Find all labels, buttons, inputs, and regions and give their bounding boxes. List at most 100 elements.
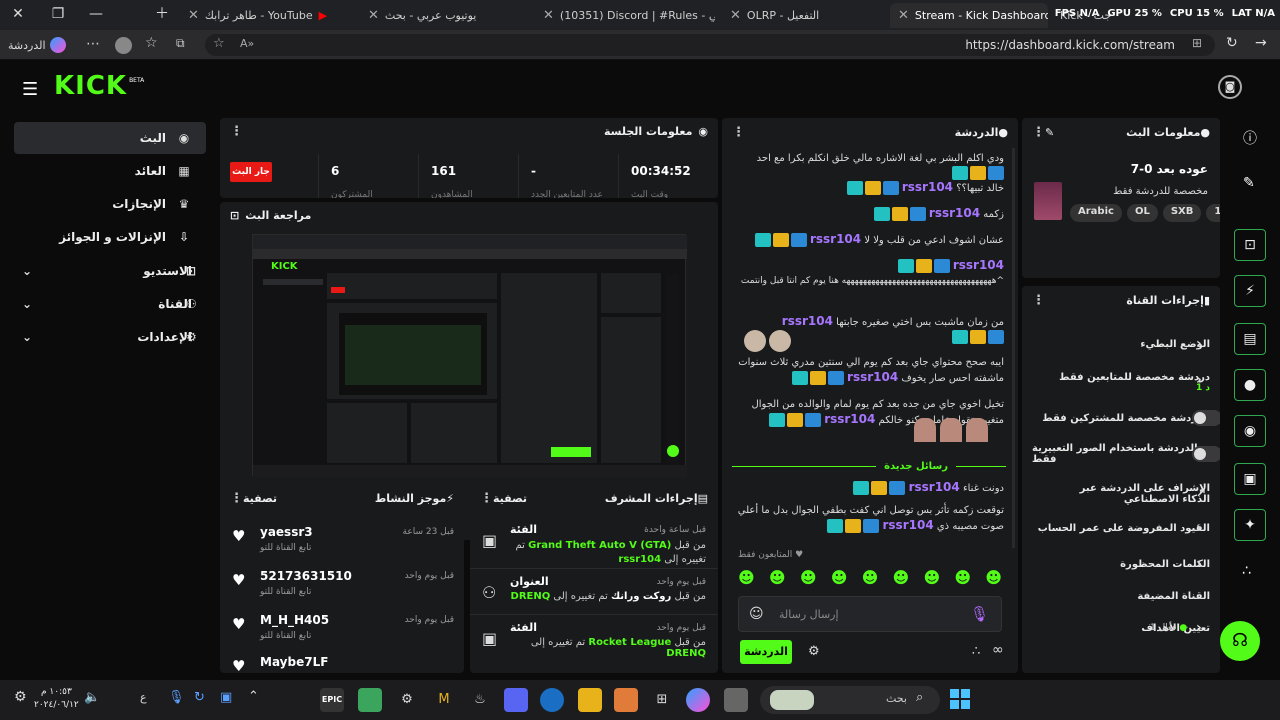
emote-icon[interactable]: ☻ bbox=[831, 568, 848, 590]
nav-studio[interactable]: ⌄ الاستديو ⊡ bbox=[14, 255, 206, 287]
tab-olrp[interactable]: ✕ OLRP - التفعيل bbox=[722, 3, 887, 28]
sync-icon[interactable]: ↻ bbox=[194, 690, 205, 705]
extensions-icon[interactable]: ⧉ bbox=[176, 36, 185, 51]
rail-notes-button[interactable]: ▤ bbox=[1234, 323, 1266, 355]
gmail-like-icon[interactable]: M bbox=[432, 688, 456, 712]
tag-chip[interactable]: OL bbox=[1126, 204, 1158, 222]
more-options-icon[interactable]: ⋮ bbox=[1032, 293, 1045, 308]
start-button[interactable] bbox=[950, 689, 970, 709]
more-options-icon[interactable]: ⋮ bbox=[230, 491, 243, 506]
emotes-only-toggle[interactable] bbox=[1192, 446, 1220, 462]
emote-icon[interactable]: ☻ bbox=[738, 568, 755, 590]
rail-tools-button[interactable]: ✦ bbox=[1234, 509, 1266, 541]
emote-icon[interactable]: ☻ bbox=[923, 568, 940, 590]
minimize-window-icon[interactable]: — bbox=[84, 4, 108, 24]
emote-icon[interactable]: ☻ bbox=[800, 568, 817, 590]
close-tab-icon[interactable]: ✕ bbox=[188, 8, 199, 23]
tab-kick-dashboard[interactable]: ✕ Stream - Kick Dashboard bbox=[890, 3, 1048, 28]
account-age-row[interactable]: › القيود المفروضة على عمر الحساب bbox=[1032, 518, 1210, 538]
grid-app-icon[interactable]: ⊞ bbox=[650, 688, 674, 712]
banned-words-row[interactable]: › الكلمات المحظورة bbox=[1032, 554, 1210, 574]
stream-preview-video[interactable]: KICK bbox=[252, 234, 687, 477]
steam-icon[interactable]: ♨ bbox=[468, 688, 492, 712]
more-icon[interactable]: ⋯ bbox=[86, 36, 100, 52]
emote-icon[interactable]: ☻ bbox=[862, 568, 879, 590]
kick-logo[interactable]: KICK BETA bbox=[54, 71, 144, 103]
emote-icon[interactable]: ☻ bbox=[954, 568, 971, 590]
copilot-button[interactable]: الدردشة bbox=[8, 35, 66, 55]
slow-mode-row[interactable]: › الوضع البطيء bbox=[1032, 334, 1210, 354]
infinity-icon[interactable]: ∞ bbox=[992, 642, 1004, 658]
hamburger-menu-icon[interactable]: ☰ bbox=[22, 79, 38, 100]
app-green-icon[interactable] bbox=[358, 688, 382, 712]
tab-youtube-search[interactable]: ✕ يوتيوب عربي - بحث bbox=[360, 3, 530, 28]
nav-revenue[interactable]: العائد ▦ bbox=[14, 155, 206, 187]
nav-achievements[interactable]: الإنجازات ♛ bbox=[14, 188, 206, 220]
emote-icon[interactable]: ☻ bbox=[893, 568, 910, 590]
more-options-icon[interactable]: ⋮ bbox=[1032, 125, 1045, 140]
app-orange-icon[interactable] bbox=[614, 688, 638, 712]
rail-live-button[interactable]: ◉ bbox=[1234, 415, 1266, 447]
close-window-icon[interactable]: ✕ bbox=[6, 4, 30, 24]
taskbar-search[interactable]: بحث ⌕ bbox=[760, 686, 940, 714]
restore-window-icon[interactable]: ❐ bbox=[46, 4, 70, 24]
file-explorer-icon[interactable] bbox=[578, 688, 602, 712]
rail-chat-button[interactable]: ● bbox=[1234, 369, 1266, 401]
emote-icon[interactable]: ☻ bbox=[985, 568, 1002, 590]
rail-video-button[interactable]: ▣ bbox=[1234, 463, 1266, 495]
tab-discord[interactable]: ✕(10351) Discord | #Rules - ني bbox=[535, 3, 715, 28]
volume-icon[interactable]: 🔈 bbox=[84, 690, 100, 705]
emoji-icon[interactable]: ☺ bbox=[749, 606, 764, 622]
support-button[interactable]: ☊ bbox=[1220, 621, 1260, 661]
discord-icon[interactable] bbox=[504, 688, 528, 712]
profile-avatar[interactable] bbox=[115, 37, 132, 54]
nav-settings[interactable]: ⌄ الإعدادات ⚙ bbox=[14, 321, 206, 353]
edit-icon[interactable]: ✎ bbox=[1045, 126, 1054, 139]
tag-chip[interactable]: 1 bbox=[1206, 204, 1220, 222]
activity-filter-button[interactable]: تصفية bbox=[243, 492, 277, 505]
user-avatar[interactable]: ◙ bbox=[1218, 75, 1242, 99]
language-indicator[interactable]: ع bbox=[140, 691, 147, 704]
list-item[interactable]: ♥ 52173631510 تابع القناة للتو قبل يوم و… bbox=[220, 563, 464, 607]
nav-drops[interactable]: الإنزالات و الجوائز ⇩ bbox=[14, 221, 206, 253]
refresh-icon[interactable]: ↻ bbox=[1226, 35, 1238, 51]
new-tab-icon[interactable]: ＋ bbox=[150, 4, 174, 24]
list-item[interactable]: ♥ yaessr3 تابع القناة للتو قبل 23 ساعة bbox=[220, 519, 464, 563]
edit-icon[interactable]: ✎ bbox=[1243, 175, 1255, 191]
chat-input[interactable]: ☺ إرسال رسالة 🎙 bbox=[738, 596, 1002, 632]
add-favorite-icon[interactable]: ☆ bbox=[213, 36, 225, 51]
more-options-icon[interactable]: ⋮ bbox=[732, 125, 745, 140]
app-gray-icon[interactable] bbox=[724, 688, 748, 712]
followers-only-row[interactable]: › دردشة مخصصة للمتابعين فقط د 1 bbox=[1032, 364, 1210, 400]
rail-studio-button[interactable]: ⊡ bbox=[1234, 229, 1266, 261]
mod-filter-button[interactable]: تصفية bbox=[493, 492, 527, 505]
nav-live[interactable]: البث ◉ bbox=[14, 122, 206, 154]
back-icon[interactable]: → bbox=[1255, 35, 1267, 51]
close-tab-icon[interactable]: ✕ bbox=[730, 8, 741, 23]
chevron-up-icon[interactable]: ⌃ bbox=[248, 689, 259, 704]
emote-icon[interactable]: ☻ bbox=[769, 568, 786, 590]
copilot-app-icon[interactable] bbox=[686, 688, 710, 712]
clock[interactable]: ١٠:٥٣ م ٢٠٢٤/٠٦/١٢ bbox=[34, 686, 79, 712]
people-icon[interactable]: ∴ bbox=[972, 644, 980, 659]
url-input[interactable]: https://dashboard.kick.com/stream bbox=[205, 34, 1215, 56]
settings-tray-icon[interactable]: ⚙ bbox=[14, 689, 27, 705]
nav-channel[interactable]: ⌄ القناة ⚇ bbox=[14, 288, 206, 320]
set-goals-row[interactable]: › فعال 1 ● تعيين الأهداف bbox=[1032, 618, 1210, 638]
chat-settings-icon[interactable]: ⚙ bbox=[808, 644, 820, 659]
list-item[interactable]: ♥ Maybe7LF bbox=[220, 651, 464, 673]
app-available-icon[interactable]: ⊞ bbox=[1192, 36, 1202, 50]
edge-icon[interactable] bbox=[540, 688, 564, 712]
close-tab-icon[interactable]: ✕ bbox=[898, 8, 909, 23]
subscribers-only-toggle[interactable] bbox=[1192, 410, 1220, 426]
more-options-icon[interactable]: ⋮ bbox=[230, 124, 243, 139]
rail-bolt-button[interactable]: ⚡ bbox=[1234, 275, 1266, 307]
category-thumbnail[interactable] bbox=[1034, 182, 1062, 220]
microphone-tray-icon[interactable]: 🎙 bbox=[168, 690, 185, 705]
favorites-icon[interactable]: ☆ bbox=[145, 35, 158, 51]
tag-chip[interactable]: SXB bbox=[1162, 204, 1202, 222]
ai-moderation-row[interactable]: ↗ الإشراف على الدردشة عبر الذكاء الاصطناع… bbox=[1032, 476, 1210, 512]
tag-chip[interactable]: Arabic bbox=[1070, 204, 1122, 222]
list-item[interactable]: ♥ M_H_H405 تابع القناة للتو قبل يوم واحد bbox=[220, 607, 464, 651]
tab-youtube[interactable]: ✕ طاهر ترابك - YouTube ▶ bbox=[180, 3, 355, 28]
